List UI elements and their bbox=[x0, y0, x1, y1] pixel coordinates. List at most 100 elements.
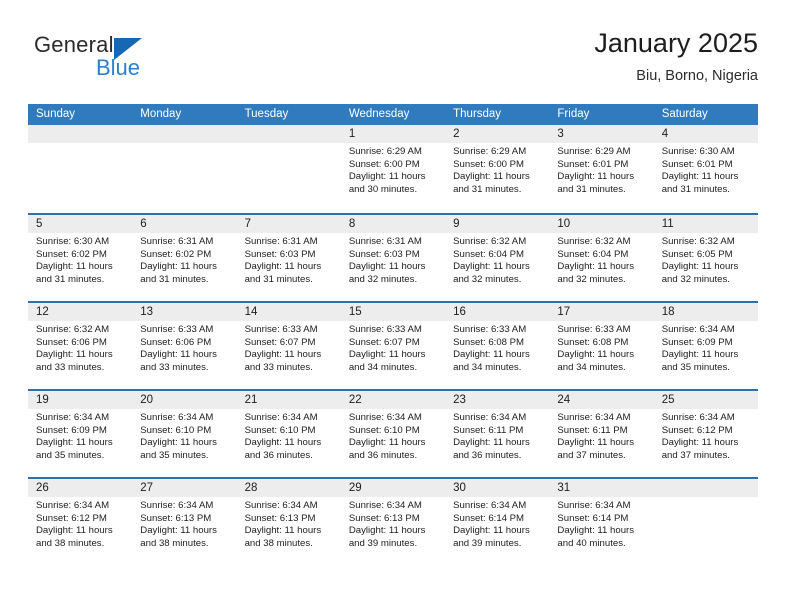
daylight-text: Daylight: 11 hours and 37 minutes. bbox=[661, 437, 739, 461]
day-number-band: 4 bbox=[653, 125, 758, 143]
day-number: 9 bbox=[453, 218, 460, 230]
calendar-day-cell[interactable]: 31 Sunrise: 6:34 AM Sunset: 6:14 PM Dayligh… bbox=[549, 479, 654, 565]
day-sun-info: Sunrise: 6:34 AM Sunset: 6:13 PM Daylight:… bbox=[237, 497, 341, 550]
calendar-day-cell[interactable]: 23 Sunrise: 6:34 AM Sunset: 6:11 PM Dayligh… bbox=[445, 391, 550, 477]
day-number: 7 bbox=[244, 218, 251, 230]
calendar-day-cell[interactable]: 24 Sunrise: 6:34 AM Sunset: 6:11 PM Dayligh… bbox=[549, 391, 654, 477]
sunrise-text: Sunrise: 6:31 AM bbox=[140, 236, 214, 247]
calendar-day-cell[interactable]: 17 Sunrise: 6:33 AM Sunset: 6:08 PM Dayligh… bbox=[549, 303, 654, 389]
calendar-day-cell[interactable]: 14 Sunrise: 6:33 AM Sunset: 6:07 PM Dayligh… bbox=[236, 303, 341, 389]
calendar-day-cell[interactable]: 7 Sunrise: 6:31 AM Sunset: 6:03 PM Daylight… bbox=[236, 215, 341, 301]
calendar-day-cell[interactable]: 15 Sunrise: 6:33 AM Sunset: 6:07 PM Dayligh… bbox=[340, 303, 446, 389]
sunrise-text: Sunrise: 6:34 AM bbox=[453, 412, 527, 423]
sunset-text: Sunset: 6:06 PM bbox=[140, 336, 212, 348]
brand-name-blue: Blue bbox=[96, 55, 141, 80]
day-number-band: 6 bbox=[132, 215, 237, 233]
sunrise-text: Sunrise: 6:31 AM bbox=[348, 236, 422, 247]
sunrise-text: Sunrise: 6:32 AM bbox=[453, 236, 527, 247]
calendar-day-cell[interactable]: 8 Sunrise: 6:31 AM Sunset: 6:03 PM Daylight… bbox=[340, 215, 446, 301]
calendar-day-cell[interactable]: 13 Sunrise: 6:33 AM Sunset: 6:06 PM Dayligh… bbox=[132, 303, 237, 389]
weekday-header-friday: Friday bbox=[557, 108, 590, 120]
calendar-page: General Blue January 2025 Biu, Borno, Ni… bbox=[0, 0, 792, 612]
daylight-text: Daylight: 11 hours and 30 minutes. bbox=[348, 171, 426, 195]
calendar-day-cell[interactable]: 12 Sunrise: 6:32 AM Sunset: 6:06 PM Dayligh… bbox=[28, 303, 133, 389]
calendar-day-cell[interactable]: 2 Sunrise: 6:29 AM Sunset: 6:00 PM Daylight… bbox=[445, 125, 550, 213]
daylight-text: Daylight: 11 hours and 35 minutes. bbox=[140, 437, 217, 461]
calendar-day-cell[interactable]: 21 Sunrise: 6:34 AM Sunset: 6:10 PM Dayligh… bbox=[236, 391, 341, 477]
day-number-band bbox=[236, 125, 341, 143]
day-number: 2 bbox=[453, 128, 460, 140]
calendar-week-row: 1 Sunrise: 6:29 AM Sunset: 6:00 PM Daylight… bbox=[28, 125, 758, 213]
calendar-day-cell[interactable]: 25 Sunrise: 6:34 AM Sunset: 6:12 PM Dayligh… bbox=[653, 391, 758, 477]
daylight-text: Daylight: 11 hours and 37 minutes. bbox=[557, 437, 635, 461]
weekday-header-thursday: Thursday bbox=[453, 108, 502, 120]
calendar-week-row: 19 Sunrise: 6:34 AM Sunset: 6:09 PM Dayligh… bbox=[28, 389, 758, 477]
sunset-text: Sunset: 6:03 PM bbox=[244, 248, 316, 260]
sunrise-text: Sunrise: 6:34 AM bbox=[36, 500, 110, 511]
calendar-day-cell[interactable]: 6 Sunrise: 6:31 AM Sunset: 6:02 PM Daylight… bbox=[132, 215, 237, 301]
daylight-text: Daylight: 11 hours and 33 minutes. bbox=[244, 349, 322, 373]
calendar-day-cell[interactable]: 11 Sunrise: 6:32 AM Sunset: 6:05 PM Dayligh… bbox=[653, 215, 758, 301]
day-number: 18 bbox=[661, 306, 675, 318]
calendar-day-cell[interactable]: 4 Sunrise: 6:30 AM Sunset: 6:01 PM Daylight… bbox=[653, 125, 758, 213]
calendar-day-cell[interactable]: 5 Sunrise: 6:30 AM Sunset: 6:02 PM Daylight… bbox=[28, 215, 133, 301]
calendar-day-cell[interactable]: 3 Sunrise: 6:29 AM Sunset: 6:01 PM Daylight… bbox=[549, 125, 654, 213]
day-sun-info: Sunrise: 6:29 AM Sunset: 6:01 PM Daylight:… bbox=[549, 143, 653, 196]
day-sun-info: Sunrise: 6:34 AM Sunset: 6:12 PM Daylight:… bbox=[28, 497, 132, 550]
day-number: 29 bbox=[348, 482, 362, 494]
daylight-text: Daylight: 11 hours and 40 minutes. bbox=[557, 525, 635, 549]
weekday-header-saturday: Saturday bbox=[661, 108, 708, 120]
day-number-band: 30 bbox=[445, 479, 550, 497]
day-number: 23 bbox=[453, 394, 466, 406]
sunrise-text: Sunrise: 6:33 AM bbox=[244, 324, 318, 335]
day-number: 19 bbox=[36, 394, 49, 406]
day-number: 25 bbox=[661, 394, 675, 406]
sunrise-text: Sunrise: 6:34 AM bbox=[557, 412, 631, 423]
day-number-band: 24 bbox=[549, 391, 654, 409]
day-sun-info: Sunrise: 6:31 AM Sunset: 6:03 PM Daylight:… bbox=[237, 233, 341, 286]
day-sun-info: Sunrise: 6:34 AM Sunset: 6:10 PM Daylight:… bbox=[237, 409, 341, 462]
sunrise-text: Sunrise: 6:34 AM bbox=[348, 412, 422, 423]
day-number: 13 bbox=[140, 306, 154, 318]
sunset-text: Sunset: 6:11 PM bbox=[453, 424, 524, 436]
day-number-band: 2 bbox=[445, 125, 550, 143]
sunset-text: Sunset: 6:12 PM bbox=[661, 424, 733, 436]
sunrise-text: Sunrise: 6:34 AM bbox=[348, 500, 422, 511]
day-sun-info: Sunrise: 6:33 AM Sunset: 6:08 PM Daylight:… bbox=[445, 321, 549, 374]
calendar-day-cell[interactable]: 10 Sunrise: 6:32 AM Sunset: 6:04 PM Dayligh… bbox=[549, 215, 654, 301]
sunrise-text: Sunrise: 6:34 AM bbox=[453, 500, 527, 511]
calendar-day-cell[interactable]: 16 Sunrise: 6:33 AM Sunset: 6:08 PM Dayligh… bbox=[445, 303, 550, 389]
day-number: 27 bbox=[140, 482, 154, 494]
calendar-day-cell[interactable]: 26 Sunrise: 6:34 AM Sunset: 6:12 PM Dayligh… bbox=[28, 479, 133, 565]
day-number: 4 bbox=[661, 128, 669, 140]
sunset-text: Sunset: 6:02 PM bbox=[140, 248, 212, 260]
calendar-day-cell[interactable]: 27 Sunrise: 6:34 AM Sunset: 6:13 PM Dayligh… bbox=[132, 479, 237, 565]
daylight-text: Daylight: 11 hours and 34 minutes. bbox=[557, 349, 635, 373]
daylight-text: Daylight: 11 hours and 32 minutes. bbox=[453, 261, 530, 285]
calendar-day-cell[interactable]: 28 Sunrise: 6:34 AM Sunset: 6:13 PM Dayligh… bbox=[236, 479, 341, 565]
calendar-day-cell[interactable]: 18 Sunrise: 6:34 AM Sunset: 6:09 PM Dayligh… bbox=[653, 303, 758, 389]
calendar-day-cell[interactable]: 30 Sunrise: 6:34 AM Sunset: 6:14 PM Dayligh… bbox=[445, 479, 550, 565]
sunset-text: Sunset: 6:07 PM bbox=[348, 336, 420, 348]
daylight-text: Daylight: 11 hours and 34 minutes. bbox=[348, 349, 426, 373]
sunset-text: Sunset: 6:07 PM bbox=[244, 336, 316, 348]
calendar-day-cell-empty bbox=[28, 125, 133, 213]
title-block: January 2025 Biu, Borno, Nigeria bbox=[594, 26, 758, 86]
calendar-day-cell[interactable]: 9 Sunrise: 6:32 AM Sunset: 6:04 PM Daylight… bbox=[445, 215, 550, 301]
calendar-day-cell[interactable]: 20 Sunrise: 6:34 AM Sunset: 6:10 PM Dayligh… bbox=[132, 391, 237, 477]
daylight-text: Daylight: 11 hours and 39 minutes. bbox=[453, 525, 530, 549]
daylight-text: Daylight: 11 hours and 38 minutes. bbox=[244, 525, 322, 549]
sunset-text: Sunset: 6:13 PM bbox=[244, 512, 316, 524]
calendar-day-cell[interactable]: 19 Sunrise: 6:34 AM Sunset: 6:09 PM Dayligh… bbox=[28, 391, 133, 477]
calendar-week-row: 12 Sunrise: 6:32 AM Sunset: 6:06 PM Dayligh… bbox=[28, 301, 758, 389]
calendar-day-cell[interactable]: 29 Sunrise: 6:34 AM Sunset: 6:13 PM Dayligh… bbox=[340, 479, 446, 565]
day-number: 12 bbox=[36, 306, 49, 318]
brand-logo[interactable]: General Blue bbox=[34, 32, 214, 92]
day-number: 16 bbox=[453, 306, 466, 318]
weekday-header-tuesday: Tuesday bbox=[244, 108, 289, 120]
day-number-band: 19 bbox=[28, 391, 133, 409]
day-number: 10 bbox=[557, 218, 571, 230]
sunrise-text: Sunrise: 6:33 AM bbox=[348, 324, 422, 335]
calendar-day-cell[interactable]: 1 Sunrise: 6:29 AM Sunset: 6:00 PM Daylight… bbox=[340, 125, 446, 213]
calendar-day-cell[interactable]: 22 Sunrise: 6:34 AM Sunset: 6:10 PM Dayligh… bbox=[340, 391, 446, 477]
